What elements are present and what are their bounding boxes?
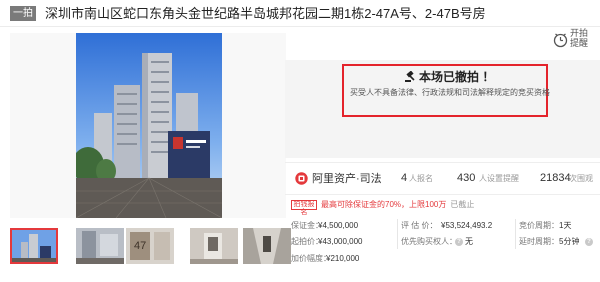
priority-buyer-value: 无	[465, 237, 473, 246]
thumbnail-2[interactable]	[76, 228, 124, 264]
promo-tag: 拍钱报名	[291, 200, 317, 216]
withdrawn-title: 本场已撤拍 ！	[405, 70, 494, 84]
priority-help-icon[interactable]: ?	[455, 238, 463, 246]
promo-main-text: 最高可除保证金的70%，上限100万	[321, 200, 447, 209]
main-photo-frame[interactable]	[10, 33, 286, 218]
withdrawn-title-text: 本场已撤拍 ！	[419, 70, 495, 84]
thumbnail-5[interactable]	[243, 228, 291, 264]
auction-hammer-icon	[405, 71, 415, 82]
withdrawn-reason: 买受人不具备法律、行政法规和司法解释规定的竞买资格	[350, 88, 550, 97]
reminder-label: 开拍提醒	[570, 28, 589, 48]
ali-logo-icon	[295, 172, 308, 185]
promo-suffix: 已截止	[450, 200, 475, 209]
signup-label: 人报名	[409, 174, 433, 183]
auction-reminder-button[interactable]: 开拍提醒	[553, 28, 591, 56]
bid-period-label: 竞价周期：	[519, 221, 559, 230]
signup-count: 4	[401, 172, 408, 184]
thumbnail-strip: 47	[10, 228, 291, 266]
view-count-label: 次围观	[569, 174, 593, 183]
info-divider-1	[397, 219, 398, 249]
priority-buyer-label: 优先购买权人：	[401, 237, 457, 246]
logo-label: 阿里资产·司法	[312, 173, 382, 185]
deposit-value: ¥4,500,000	[318, 221, 359, 230]
start-price-value: ¥43,000,000	[318, 237, 363, 246]
increment-label: 加价幅度：	[291, 254, 331, 263]
delay-help-icon[interactable]: ?	[585, 238, 593, 246]
svg-text:47: 47	[134, 240, 146, 252]
auction-type-badge: 一拍	[10, 6, 36, 21]
delay-period-value: 5分钟	[559, 237, 580, 246]
page-header: 一拍 深圳市南山区蛇口东角头金世纪路半岛城邦花园二期1栋2-47A号、2-47B…	[0, 0, 600, 26]
stats-row: 阿里资产·司法 4 人报名 430 人设置提醒 21834 次围观	[285, 162, 600, 195]
reminder-count-label: 人设置提醒	[479, 174, 519, 183]
appraisal-value: ¥53,524,493.2	[441, 221, 493, 230]
clock-icon	[553, 33, 568, 48]
promo-text: 最高可除保证金的70%，上限100万 已截止	[321, 200, 474, 210]
increment-value: ¥210,000	[326, 254, 360, 263]
view-count: 21834	[540, 172, 571, 184]
header-divider	[0, 26, 600, 27]
thumbnail-3[interactable]: 47	[126, 228, 174, 264]
bid-period-value: 1天	[559, 221, 572, 230]
info-divider-2	[515, 219, 516, 249]
thumbnail-1[interactable]	[10, 228, 58, 264]
delay-period-label: 延时周期：	[519, 237, 559, 246]
appraisal-label: 评 估 价：	[401, 221, 438, 230]
reminder-count: 430	[457, 172, 476, 184]
main-property-photo	[76, 33, 222, 218]
thumbnail-4[interactable]	[190, 228, 238, 264]
property-title: 深圳市南山区蛇口东角头金世纪路半岛城邦花园二期1栋2-47A号、2-47B号房	[45, 6, 486, 21]
